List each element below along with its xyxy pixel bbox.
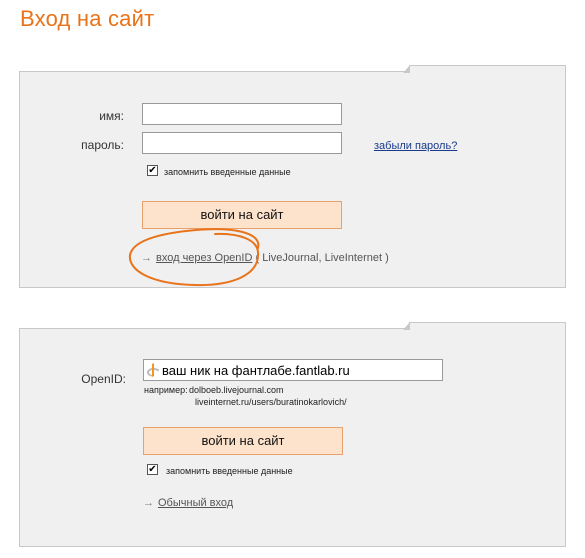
normal-login-link[interactable]: Обычный вход [158,497,233,509]
name-field[interactable] [142,103,342,125]
openid-providers-text: ( LiveJournal, LiveInternet ) [255,252,389,264]
openid-value: ваш ник на фантлабе.fantlab.ru [162,362,350,378]
arrow-right-icon: → [143,497,154,509]
login-panel: имя: пароль: забыли пароль? ✔ запомнить … [19,65,566,288]
example-label: например: [144,385,188,395]
openid-logo-icon [147,363,159,377]
openid-field[interactable]: ваш ник на фантлабе.fantlab.ru [143,359,443,381]
name-label: имя: [99,109,124,123]
arrow-right-icon: → [141,252,152,264]
login-submit-button[interactable]: войти на сайт [142,201,342,229]
password-field[interactable] [142,132,342,154]
page-title: Вход на сайт [20,6,155,31]
openid-remember-label: запомнить введенные данные [166,466,293,476]
example-1: dolboeb.livejournal.com [189,385,284,395]
forgot-password-link[interactable]: забыли пароль? [374,140,457,152]
example-2: liveinternet.ru/users/buratinokarlovich/ [195,397,347,407]
openid-login-row: → вход через OpenID ( LiveJournal, LiveIn… [141,252,389,264]
openid-label: OpenID: [81,372,126,386]
normal-login-row: → Обычный вход [143,497,233,509]
openid-submit-button[interactable]: войти на сайт [143,427,343,455]
openid-login-link[interactable]: вход через OpenID [156,252,252,264]
panel-tab-decoration [403,65,566,73]
panel-tab-decoration [403,322,566,330]
remember-label: запомнить введенные данные [164,167,291,177]
openid-panel: OpenID: ваш ник на фантлабе.fantlab.ru н… [19,322,566,547]
password-label: пароль: [81,138,124,152]
remember-checkbox[interactable]: ✔ [147,165,158,176]
openid-remember-checkbox[interactable]: ✔ [147,464,158,475]
